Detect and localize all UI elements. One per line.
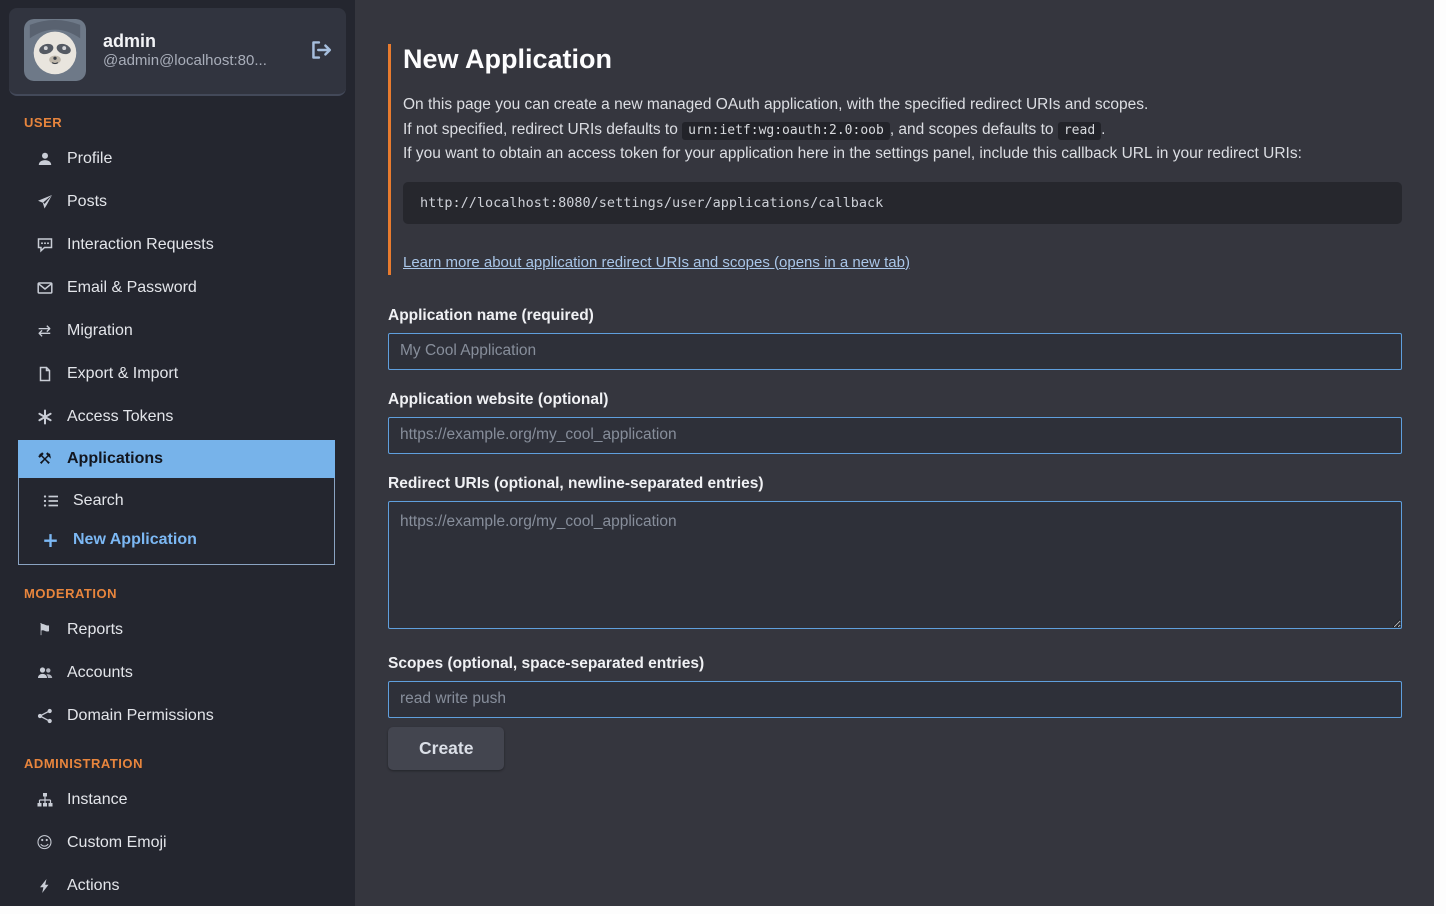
read-code: read [1058, 122, 1101, 140]
page-intro: New Application On this page you can cre… [388, 44, 1402, 275]
file-icon [35, 366, 54, 382]
sidebar-item-label: Access Tokens [67, 407, 173, 426]
applications-group: ⚒ Applications Search + New Application [18, 440, 335, 565]
sidebar-item-domain-permissions[interactable]: Domain Permissions [0, 694, 355, 737]
scopes-input[interactable] [388, 681, 1402, 718]
sidebar: admin @admin@localhost:80... USER Profil… [0, 0, 355, 906]
sidebar-item-custom-emoji[interactable]: ☺ Custom Emoji [0, 821, 355, 864]
plus-icon: + [41, 532, 60, 548]
sidebar-item-profile[interactable]: Profile [0, 137, 355, 180]
create-button[interactable]: Create [388, 727, 504, 770]
user-icon [35, 151, 54, 167]
sidebar-item-applications[interactable]: ⚒ Applications [18, 440, 335, 478]
sidebar-item-label: Accounts [67, 663, 133, 682]
sidebar-item-label: Reports [67, 620, 123, 639]
sidebar-item-label: Export & Import [67, 364, 178, 383]
sidebar-item-label: Email & Password [67, 278, 197, 297]
section-title-administration: ADMINISTRATION [0, 737, 355, 778]
sidebar-item-label: Interaction Requests [67, 235, 214, 254]
application-name-field: Application name (required) [388, 307, 1402, 370]
sidebar-item-posts[interactable]: Posts [0, 180, 355, 223]
username: admin [103, 31, 156, 51]
user-card[interactable]: admin @admin@localhost:80... [9, 8, 346, 96]
sidebar-item-interaction-requests[interactable]: Interaction Requests [0, 223, 355, 266]
page-title: New Application [403, 44, 1402, 75]
sidebar-item-access-tokens[interactable]: Access Tokens [0, 395, 355, 438]
applications-submenu: Search + New Application [18, 478, 335, 565]
sitemap-icon [35, 792, 54, 808]
sidebar-item-reports[interactable]: ⚑ Reports [0, 608, 355, 651]
users-icon [35, 665, 54, 681]
logout-icon [310, 39, 332, 61]
sidebar-item-label: Applications [67, 450, 163, 468]
main-content: New Application On this page you can cre… [355, 0, 1434, 906]
intro-line-3: If you want to obtain an access token fo… [403, 142, 1402, 166]
asterisk-icon [35, 409, 54, 425]
learn-more-link[interactable]: Learn more about application redirect UR… [403, 254, 910, 275]
callback-url-block: http://localhost:8080/settings/user/appl… [403, 182, 1402, 224]
sidebar-item-migration[interactable]: ⇄ Migration [0, 309, 355, 352]
sidebar-item-email-password[interactable]: Email & Password [0, 266, 355, 309]
scopes-label: Scopes (optional, space-separated entrie… [388, 655, 1402, 673]
bolt-icon [35, 878, 54, 894]
application-website-field: Application website (optional) [388, 391, 1402, 454]
logout-button[interactable] [310, 39, 332, 61]
application-name-label: Application name (required) [388, 307, 1402, 325]
envelope-lock-icon [35, 280, 54, 296]
avatar [24, 19, 86, 81]
sidebar-item-label: Search [73, 491, 124, 510]
smiley-icon: ☺ [35, 835, 54, 851]
user-handle: @admin@localhost:80... [103, 52, 267, 69]
sidebar-item-new-application[interactable]: + New Application [19, 520, 334, 559]
sidebar-item-accounts[interactable]: Accounts [0, 651, 355, 694]
sidebar-item-label: Posts [67, 192, 107, 211]
migration-icon: ⇄ [35, 323, 54, 339]
application-name-input[interactable] [388, 333, 1402, 370]
section-title-user: USER [0, 96, 355, 137]
list-icon [41, 493, 60, 509]
oob-code: urn:ietf:wg:oauth:2.0:oob [682, 122, 890, 140]
vertical-scrollbar[interactable] [1434, 0, 1446, 914]
sidebar-item-label: Domain Permissions [67, 706, 214, 725]
sidebar-item-export-import[interactable]: Export & Import [0, 352, 355, 395]
redirect-uris-field: Redirect URIs (optional, newline-separat… [388, 475, 1402, 634]
sidebar-item-label: Instance [67, 790, 127, 809]
flag-icon: ⚑ [35, 622, 54, 638]
paper-plane-icon [35, 194, 54, 210]
intro-line-1: On this page you can create a new manage… [403, 93, 1402, 117]
sidebar-item-applications-search[interactable]: Search [19, 481, 334, 520]
share-nodes-icon [35, 708, 54, 724]
intro-line-2: If not specified, redirect URIs defaults… [403, 118, 1402, 142]
redirect-uris-label: Redirect URIs (optional, newline-separat… [388, 475, 1402, 493]
section-title-moderation: MODERATION [0, 567, 355, 608]
new-application-form: Application name (required) Application … [388, 307, 1402, 770]
horizontal-scrollbar[interactable] [0, 906, 1446, 914]
sidebar-item-label: Actions [67, 876, 119, 895]
application-website-label: Application website (optional) [388, 391, 1402, 409]
sidebar-item-label: Custom Emoji [67, 833, 167, 852]
sidebar-item-label: Profile [67, 149, 112, 168]
sidebar-item-actions[interactable]: Actions [0, 864, 355, 906]
user-meta: admin @admin@localhost:80... [103, 31, 293, 70]
settings-app: admin @admin@localhost:80... USER Profil… [0, 0, 1434, 906]
scopes-field: Scopes (optional, space-separated entrie… [388, 655, 1402, 718]
comment-icon [35, 237, 54, 253]
tools-icon: ⚒ [35, 451, 54, 467]
sidebar-item-label: Migration [67, 321, 133, 340]
application-website-input[interactable] [388, 417, 1402, 454]
sidebar-item-label: New Application [73, 530, 197, 549]
redirect-uris-textarea[interactable] [388, 501, 1402, 629]
sidebar-item-instance[interactable]: Instance [0, 778, 355, 821]
